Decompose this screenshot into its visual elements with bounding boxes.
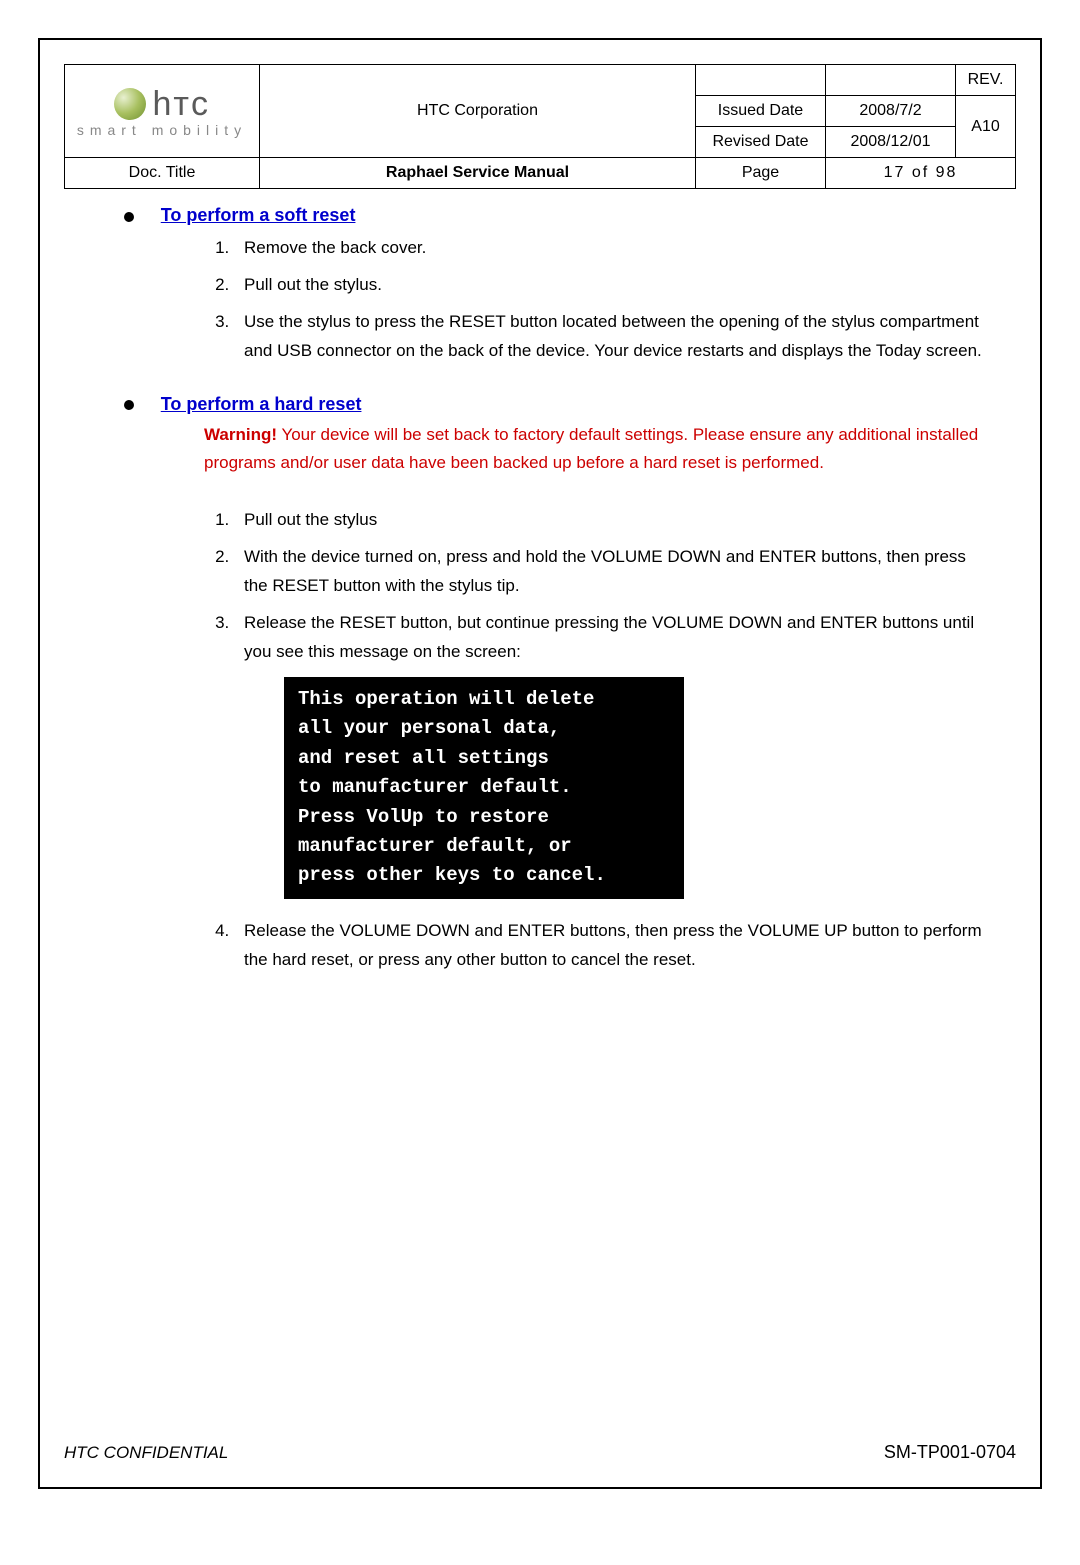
list-item: Release the VOLUME DOWN and ENTER button… (234, 917, 986, 975)
htc-wordmark: hтc (152, 85, 209, 123)
page-value: 17 of 98 (826, 158, 1016, 189)
empty-meta (696, 65, 826, 96)
hard-reset-section: To perform a hard reset Warning! Your de… (124, 394, 986, 975)
step3-text: Release the RESET button, but continue p… (244, 613, 974, 661)
page-frame: hтc smart mobility HTC Corporation REV. … (38, 38, 1042, 1489)
empty-meta-value (826, 65, 956, 96)
warning-label: Warning! (204, 425, 277, 444)
warning-text: Your device will be set back to factory … (204, 425, 978, 473)
bullet-icon (124, 400, 134, 410)
hard-reset-heading: To perform a hard reset (161, 394, 362, 414)
issued-date-value: 2008/7/2 (826, 96, 956, 127)
list-item: Pull out the stylus (234, 506, 986, 535)
revised-date-label: Revised Date (696, 127, 826, 158)
issued-date-label: Issued Date (696, 96, 826, 127)
device-screen-message: This operation will delete all your pers… (284, 677, 684, 899)
footer-doc-number: SM-TP001-0704 (884, 1442, 1016, 1463)
hard-reset-list: Pull out the stylus With the device turn… (124, 506, 986, 974)
warning-block: Warning! Your device will be set back to… (124, 421, 986, 479)
list-item: Remove the back cover. (234, 234, 986, 263)
logo-cell: hтc smart mobility (65, 65, 260, 158)
footer-confidential: HTC CONFIDENTIAL (64, 1443, 228, 1463)
page-label: Page (696, 158, 826, 189)
doc-title-value: Raphael Service Manual (260, 158, 696, 189)
list-item: Release the RESET button, but continue p… (234, 609, 986, 899)
rev-label: REV. (956, 65, 1016, 96)
bullet-icon (124, 212, 134, 222)
header-table: hтc smart mobility HTC Corporation REV. … (64, 64, 1016, 189)
company-name: HTC Corporation (260, 65, 696, 158)
doc-title-label: Doc. Title (65, 158, 260, 189)
soft-reset-section: To perform a soft reset Remove the back … (124, 205, 986, 366)
list-item: Pull out the stylus. (234, 271, 986, 300)
list-item: With the device turned on, press and hol… (234, 543, 986, 601)
list-item: Use the stylus to press the RESET button… (234, 308, 986, 366)
content-area: To perform a soft reset Remove the back … (64, 189, 1016, 975)
rev-value: A10 (956, 96, 1016, 158)
htc-logo-icon (114, 88, 146, 120)
revised-date-value: 2008/12/01 (826, 127, 956, 158)
soft-reset-list: Remove the back cover. Pull out the styl… (124, 234, 986, 366)
logo-tagline: smart mobility (69, 122, 255, 138)
soft-reset-heading: To perform a soft reset (161, 205, 356, 225)
